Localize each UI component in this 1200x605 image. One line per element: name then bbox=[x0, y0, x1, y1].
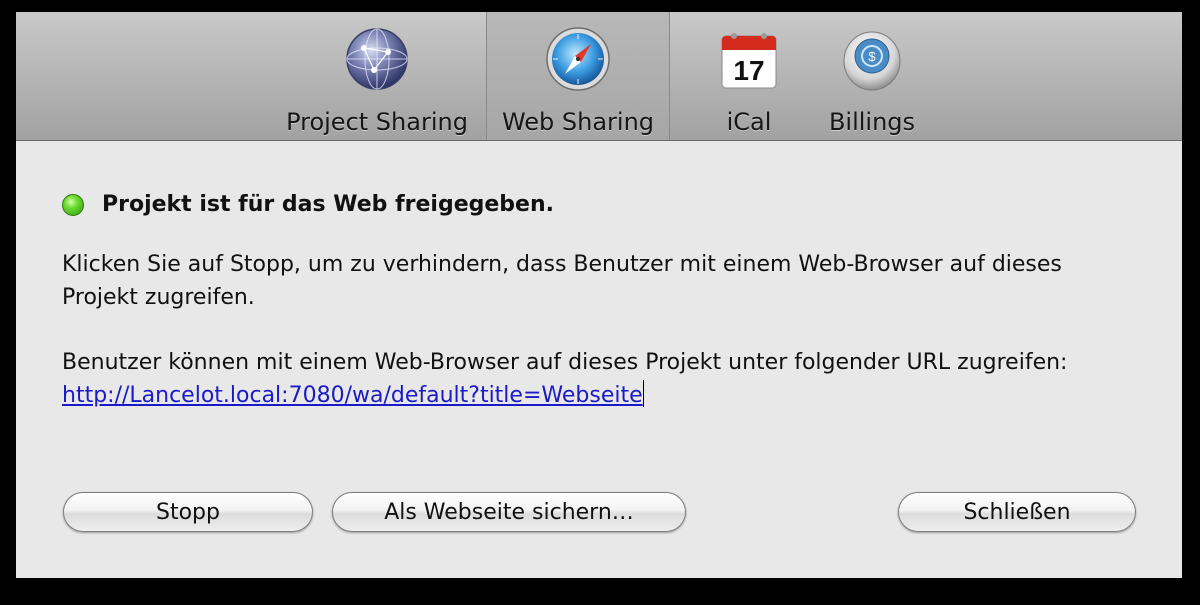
tab-web-sharing[interactable]: Web Sharing bbox=[486, 12, 670, 140]
calendar-day: 17 bbox=[733, 55, 764, 86]
tab-label: Billings bbox=[828, 108, 916, 136]
sharing-status: Projekt ist für das Web freigegeben. bbox=[62, 192, 554, 217]
stop-instructions: Klicken Sie auf Stopp, um zu verhindern,… bbox=[62, 252, 1062, 310]
tab-ical[interactable]: 17 iCal bbox=[692, 12, 806, 140]
globe-icon bbox=[346, 28, 408, 90]
billings-icon: $ bbox=[843, 31, 901, 91]
svg-text:$: $ bbox=[868, 49, 876, 64]
safari-compass-icon bbox=[546, 27, 610, 91]
web-sharing-url-link[interactable]: http://Lancelot.local:7080/wa/default?ti… bbox=[62, 383, 643, 408]
tab-billings[interactable]: $ Billings bbox=[814, 12, 930, 140]
url-instructions: Benutzer können mit einem Web-Browser au… bbox=[62, 346, 1142, 412]
tab-label: iCal bbox=[726, 108, 772, 136]
calendar-icon: 17 bbox=[721, 33, 777, 89]
status-indicator-icon bbox=[62, 193, 84, 216]
status-text: Projekt ist für das Web freigegeben. bbox=[102, 192, 554, 217]
save-as-webpage-button[interactable]: Als Webseite sichern… bbox=[332, 492, 686, 532]
stop-button[interactable]: Stopp bbox=[63, 492, 313, 532]
tab-project-sharing[interactable]: Project Sharing bbox=[278, 12, 476, 140]
web-sharing-window: Project Sharing Web Sharing 17 iCal $ Bi… bbox=[16, 12, 1182, 578]
preferences-toolbar: Project Sharing Web Sharing 17 iCal $ Bi… bbox=[16, 12, 1182, 141]
text-cursor bbox=[642, 380, 644, 407]
tab-label: Project Sharing bbox=[286, 108, 468, 136]
url-instructions-text: Benutzer können mit einem Web-Browser au… bbox=[62, 350, 1068, 375]
tab-label: Web Sharing bbox=[501, 108, 655, 136]
close-button[interactable]: Schließen bbox=[898, 492, 1136, 532]
